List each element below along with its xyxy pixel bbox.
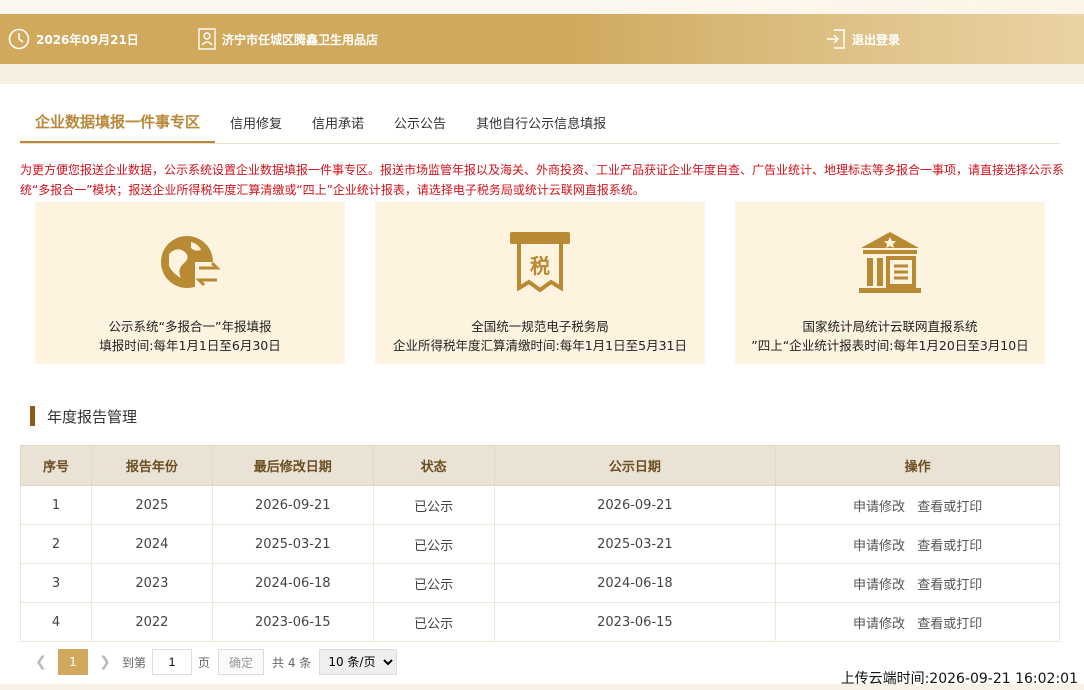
apply-modify-link[interactable]: 申请修改 [853,617,905,632]
logout-icon [827,29,845,49]
card-annual-report-title: 公示系统“多报合一”年报填报 [108,319,272,334]
cell-year: 2023 [90,563,213,603]
header-bar: 2026年09月21日 济宁市任城区腾鑫卫生用品店 退出登录 [0,0,1084,78]
prev-page-icon[interactable]: ❮ [30,654,52,670]
tab-other-disclosure[interactable]: 其他自行公示信息填报 [461,101,621,143]
view-print-link[interactable]: 查看或打印 [917,578,982,593]
cell-status: 已公示 [372,602,495,642]
goto-label: 到第 [122,655,147,670]
page-size-select[interactable]: 10 条/页 [319,649,398,675]
section-title: 年度报告管理 [30,406,137,426]
col-header-modified: 最后修改日期 [211,445,374,486]
cell-status: 已公示 [372,563,495,603]
view-print-link[interactable]: 查看或打印 [917,500,982,515]
apply-modify-link[interactable]: 申请修改 [853,500,905,515]
apply-modify-link[interactable]: 申请修改 [853,578,905,593]
header-store: 济宁市任城区腾鑫卫生用品店 [198,14,378,64]
cell-year: 2022 [90,602,213,642]
cell-status: 已公示 [372,485,495,525]
pagination: ❮ 1 ❯ 到第 页 确定 共 4 条 10 条/页 [30,649,398,675]
clock-icon [8,28,30,50]
goto-page-input[interactable] [152,649,193,675]
apply-modify-link[interactable]: 申请修改 [853,539,905,554]
cell-publish: 2026-09-21 [493,485,777,525]
cell-no: 4 [20,602,92,642]
upload-time: 上传云端时间:2026-09-21 16:02:01 [840,671,1078,687]
table-row: 4 2022 2023-06-15 已公示 2023-06-15 申请修改 查看… [20,602,1060,642]
col-header-actions: 操作 [775,445,1060,486]
main-panel: 企业数据填报一件事专区 信用修复 信用承诺 公示公告 其他自行公示信息填报 为更… [0,84,1084,684]
cell-actions: 申请修改 查看或打印 [775,524,1060,564]
government-building-icon [859,232,921,293]
card-tax-bureau-title: 全国统一规范电子税务局 [471,319,609,334]
logout-button[interactable]: 退出登录 [826,14,900,64]
table-row: 3 2023 2024-06-18 已公示 2024-06-18 申请修改 查看… [20,563,1060,603]
tab-public-notice[interactable]: 公示公告 [379,101,461,143]
table-header-row: 序号 报告年份 最后修改日期 状态 公示日期 操作 [20,445,1060,486]
cell-actions: 申请修改 查看或打印 [775,602,1060,642]
tab-data-filing[interactable]: 企业数据填报一件事专区 [20,101,216,143]
globe-exchange-icon [161,236,221,290]
tab-credit-repair[interactable]: 信用修复 [215,101,297,143]
card-annual-report[interactable]: 公示系统“多报合一”年报填报 填报时间:每年1月1日至6月30日 [35,202,345,364]
table-row: 2 2024 2025-03-21 已公示 2025-03-21 申请修改 查看… [20,524,1060,564]
next-page-icon[interactable]: ❯ [94,654,116,670]
confirm-button[interactable]: 确定 [218,649,265,675]
total-count: 共 4 条 [272,655,312,670]
cell-year: 2024 [90,524,213,564]
col-header-publish: 公示日期 [493,445,777,486]
person-badge-icon [198,28,216,50]
tab-credit-commitment[interactable]: 信用承诺 [297,101,379,143]
notice-text: 为更方便您报送企业数据，公示系统设置企业数据填报一件事专区。报送市场监管年报以及… [20,163,1065,197]
cell-status: 已公示 [372,524,495,564]
tax-document-icon: 税 [510,232,570,293]
header-date-text: 2026年09月21日 [36,32,139,47]
cell-actions: 申请修改 查看或打印 [775,563,1060,603]
header-date: 2026年09月21日 [8,14,139,64]
cell-actions: 申请修改 查看或打印 [775,485,1060,525]
col-header-status: 状态 [372,445,495,486]
service-cards: 公示系统“多报合一”年报填报 填报时间:每年1月1日至6月30日 税 全国统一规… [35,202,1045,364]
view-print-link[interactable]: 查看或打印 [917,617,982,632]
header-spacer [0,64,1084,84]
cell-publish: 2025-03-21 [493,524,777,564]
cell-modified: 2024-06-18 [211,563,374,603]
annual-report-table: 序号 报告年份 最后修改日期 状态 公示日期 操作 1 2025 2026-09… [20,445,1060,642]
card-annual-report-time: 填报时间:每年1月1日至6月30日 [99,338,281,353]
card-statistics-time: ”四上“企业统计报表时间:每年1月20日至3月10日 [751,338,1029,353]
header-store-name: 济宁市任城区腾鑫卫生用品店 [222,32,379,47]
cell-publish: 2023-06-15 [493,602,777,642]
section-title-bar [30,406,35,426]
card-statistics-title: 国家统计局统计云联网直报系统 [802,319,978,334]
cell-modified: 2026-09-21 [211,485,374,525]
cell-no: 2 [20,524,92,564]
card-tax-bureau[interactable]: 税 全国统一规范电子税务局 企业所得税年度汇算清缴时间:每年1月1日至5月31日 [375,202,705,364]
tab-bar: 企业数据填报一件事专区 信用修复 信用承诺 公示公告 其他自行公示信息填报 [20,102,1060,144]
col-header-no: 序号 [20,445,92,486]
view-print-link[interactable]: 查看或打印 [917,539,982,554]
cell-no: 3 [20,563,92,603]
table-row: 1 2025 2026-09-21 已公示 2026-09-21 申请修改 查看… [20,485,1060,525]
cell-modified: 2023-06-15 [211,602,374,642]
page-1-button[interactable]: 1 [58,649,88,675]
top-strip [0,0,1084,14]
card-tax-bureau-time: 企业所得税年度汇算清缴时间:每年1月1日至5月31日 [393,338,687,353]
col-header-year: 报告年份 [90,445,213,486]
tax-char: 税 [530,254,550,278]
card-statistics[interactable]: 国家统计局统计云联网直报系统 ”四上“企业统计报表时间:每年1月20日至3月10… [735,202,1045,364]
page-unit-label: 页 [198,655,211,670]
cell-no: 1 [20,485,92,525]
cell-modified: 2025-03-21 [211,524,374,564]
logout-label: 退出登录 [852,32,901,47]
cell-publish: 2024-06-18 [493,563,777,603]
section-title-text: 年度报告管理 [47,407,138,426]
cell-year: 2025 [90,485,213,525]
